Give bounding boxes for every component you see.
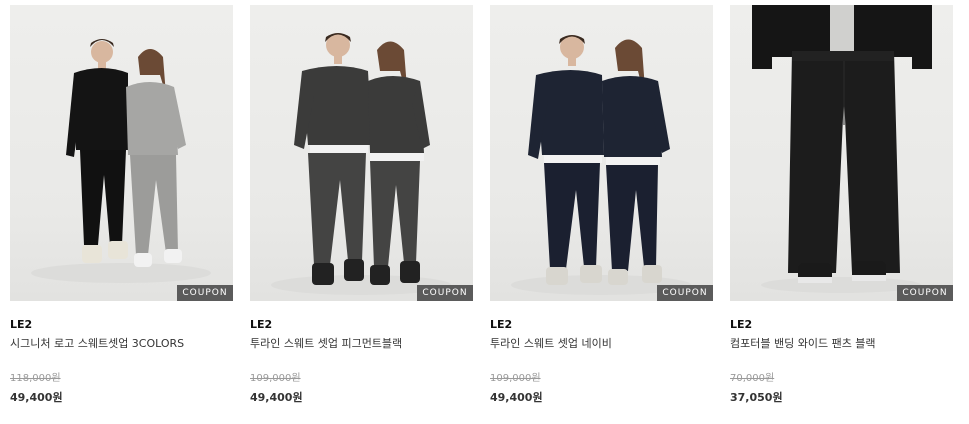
product-card[interactable]: COUPON LE2 컴포터블 밴딩 와이드 팬츠 블랙 70,000원 37,…: [730, 5, 953, 405]
product-name[interactable]: 투라인 스웨트 셋업 네이비: [490, 336, 713, 351]
product-brand: LE2: [10, 318, 33, 331]
product-card[interactable]: COUPON LE2 시그니처 로고 스웨트셋업 3COLORS 118,000…: [10, 5, 233, 405]
product-brand: LE2: [490, 318, 513, 331]
product-card[interactable]: COUPON LE2 투라인 스웨트 셋업 네이비 109,000원 49,40…: [490, 5, 713, 405]
product-photo-couple-navy: [511, 35, 691, 295]
product-name[interactable]: 컴포터블 밴딩 와이드 팬츠 블랙: [730, 336, 953, 351]
product-name[interactable]: 시그니처 로고 스웨트셋업 3COLORS: [10, 336, 233, 351]
coupon-badge: COUPON: [657, 285, 713, 301]
original-price: 70,000원: [730, 373, 775, 384]
product-image[interactable]: COUPON: [250, 5, 473, 301]
sale-price: 49,400원: [250, 391, 303, 404]
product-photo-couple-pigment-black: [271, 33, 451, 295]
product-grid: COUPON LE2 시그니처 로고 스웨트셋업 3COLORS 118,000…: [0, 0, 969, 424]
original-price: 109,000원: [490, 373, 541, 384]
coupon-badge: COUPON: [177, 285, 233, 301]
product-image[interactable]: COUPON: [730, 5, 953, 301]
sale-price: 49,400원: [490, 391, 543, 404]
coupon-badge: COUPON: [897, 285, 953, 301]
product-image[interactable]: COUPON: [490, 5, 713, 301]
product-brand: LE2: [250, 318, 273, 331]
original-price: 109,000원: [250, 373, 301, 384]
product-photo-couple-signature-logo: [31, 39, 211, 283]
sale-price: 49,400원: [10, 391, 63, 404]
product-name[interactable]: 투라인 스웨트 셋업 피그먼트블랙: [250, 336, 473, 351]
product-photo-wide-pants: [752, 5, 932, 293]
original-price: 118,000원: [10, 373, 61, 384]
product-image[interactable]: COUPON: [10, 5, 233, 301]
coupon-badge: COUPON: [417, 285, 473, 301]
sale-price: 37,050원: [730, 391, 783, 404]
product-card[interactable]: COUPON LE2 투라인 스웨트 셋업 피그먼트블랙 109,000원 49…: [250, 5, 473, 405]
product-brand: LE2: [730, 318, 753, 331]
